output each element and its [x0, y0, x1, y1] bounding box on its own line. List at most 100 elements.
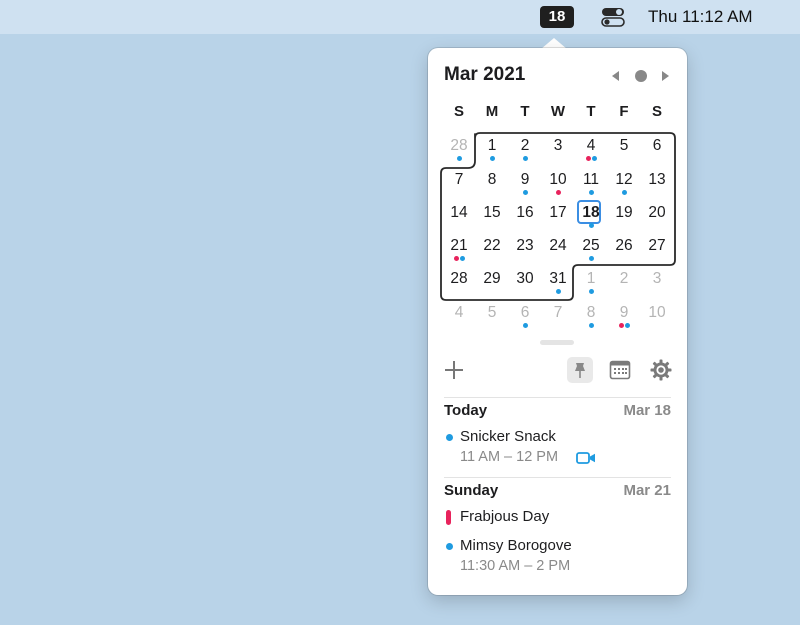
day-cell[interactable]: 20: [642, 201, 672, 231]
weekday-label: T: [520, 103, 530, 120]
day-cell[interactable]: 8: [576, 301, 606, 331]
day-number: 8: [586, 304, 596, 321]
event-dots: [576, 156, 606, 161]
add-event-plus-icon[interactable]: [444, 360, 464, 380]
event-dots: [510, 190, 540, 195]
calendar-date-badge[interactable]: 18: [540, 6, 574, 28]
day-cell[interactable]: 3: [543, 134, 573, 164]
day-cell[interactable]: 10: [642, 301, 672, 331]
event-indicator-dot: [555, 190, 561, 195]
day-cell-today[interactable]: 18: [576, 200, 606, 231]
day-cell[interactable]: 12: [609, 168, 639, 198]
day-cell[interactable]: 25: [576, 234, 606, 264]
day-cell[interactable]: 23: [510, 234, 540, 264]
day-number: 9: [520, 171, 530, 188]
event-dots: [576, 190, 606, 195]
day-cell[interactable]: 9: [609, 301, 639, 331]
day-number: 9: [619, 304, 629, 321]
day-cell[interactable]: 6: [642, 134, 672, 164]
event-item[interactable]: Snicker Snack 11 AM – 12 PM: [444, 428, 671, 468]
control-center-icon[interactable]: [601, 7, 625, 27]
day-cell[interactable]: 15: [477, 201, 507, 231]
next-month-icon[interactable]: [662, 71, 669, 81]
day-number: 24: [549, 237, 567, 254]
day-cell[interactable]: 16: [510, 201, 540, 231]
day-cell[interactable]: 1: [477, 134, 507, 164]
event-dots: [510, 323, 540, 328]
day-cell[interactable]: 13: [642, 168, 672, 198]
day-cell[interactable]: 7: [444, 168, 474, 198]
day-cell[interactable]: 3: [642, 267, 672, 297]
video-call-icon[interactable]: [576, 452, 596, 464]
day-cell[interactable]: 19: [609, 201, 639, 231]
day-cell[interactable]: 31: [543, 267, 573, 297]
day-cell[interactable]: 24: [543, 234, 573, 264]
day-number: 17: [549, 204, 567, 221]
day-cell[interactable]: 11: [576, 168, 606, 198]
event-indicator-dot: [585, 156, 591, 161]
event-dots: [642, 156, 672, 161]
day-number: 6: [520, 304, 530, 321]
day-cell[interactable]: 5: [477, 301, 507, 331]
event-item[interactable]: Frabjous Day: [444, 508, 671, 528]
day-cell[interactable]: 2: [609, 267, 639, 297]
event-color-dot: [446, 434, 453, 441]
day-cell[interactable]: 7: [543, 301, 573, 331]
day-cell[interactable]: 29: [477, 267, 507, 297]
day-number: 11: [582, 171, 600, 188]
calendar-popover: Mar 2021 SMTWTFS 28 1 2 3 4 5 6 7 8 9 10 11 12 13 14 15…: [428, 48, 687, 595]
day-cell[interactable]: 28: [444, 134, 474, 164]
day-cell[interactable]: 10: [543, 168, 573, 198]
day-cell[interactable]: 5: [609, 134, 639, 164]
event-item[interactable]: Mimsy Borogove 11:30 AM – 2 PM: [444, 537, 671, 577]
event-indicator-dot: [522, 156, 528, 161]
divider: [444, 397, 671, 398]
day-number: 23: [516, 237, 534, 254]
event-dots: [477, 190, 507, 195]
event-dots: [543, 190, 573, 195]
event-dots: [609, 256, 639, 261]
day-cell[interactable]: 26: [609, 234, 639, 264]
event-indicator-dot: [522, 190, 528, 195]
previous-month-icon[interactable]: [612, 71, 619, 81]
calendar-grid-icon[interactable]: [609, 359, 631, 381]
event-indicator-dot: [522, 323, 528, 328]
day-cell[interactable]: 28: [444, 267, 474, 297]
day-number: 22: [483, 237, 501, 254]
day-number: 12: [615, 171, 633, 188]
weekday-label: W: [550, 103, 566, 120]
gear-icon[interactable]: [650, 359, 672, 381]
event-color-dot: [446, 543, 453, 550]
day-cell[interactable]: 4: [576, 134, 606, 164]
event-indicator-dot: [621, 190, 627, 195]
day-number: 29: [483, 270, 501, 287]
day-cell[interactable]: 6: [510, 301, 540, 331]
event-dots: [444, 256, 474, 261]
day-cell[interactable]: 30: [510, 267, 540, 297]
day-number: 15: [483, 204, 501, 221]
day-number: 4: [454, 304, 464, 321]
day-cell[interactable]: 4: [444, 301, 474, 331]
day-cell[interactable]: 8: [477, 168, 507, 198]
day-cell[interactable]: 2: [510, 134, 540, 164]
day-cell[interactable]: 14: [444, 201, 474, 231]
day-number: 1: [487, 137, 497, 154]
day-cell[interactable]: 1: [576, 267, 606, 297]
event-indicator-dot: [588, 190, 594, 195]
pin-button[interactable]: [567, 357, 593, 383]
event-indicator-dot: [489, 156, 495, 161]
day-number: 14: [450, 204, 468, 221]
day-cell[interactable]: 27: [642, 234, 672, 264]
day-cell[interactable]: 22: [477, 234, 507, 264]
divider: [444, 477, 671, 478]
day-cell[interactable]: 17: [543, 201, 573, 231]
event-dots: [576, 256, 606, 261]
day-cell[interactable]: 9: [510, 168, 540, 198]
event-dots: [642, 289, 672, 294]
day-number: 3: [652, 270, 662, 287]
menu-bar-clock[interactable]: Thu 11:12 AM: [648, 6, 753, 28]
resize-handle[interactable]: [540, 340, 574, 345]
event-dots: [576, 323, 606, 328]
day-cell[interactable]: 21: [444, 234, 474, 264]
today-dot-icon[interactable]: [635, 70, 647, 82]
